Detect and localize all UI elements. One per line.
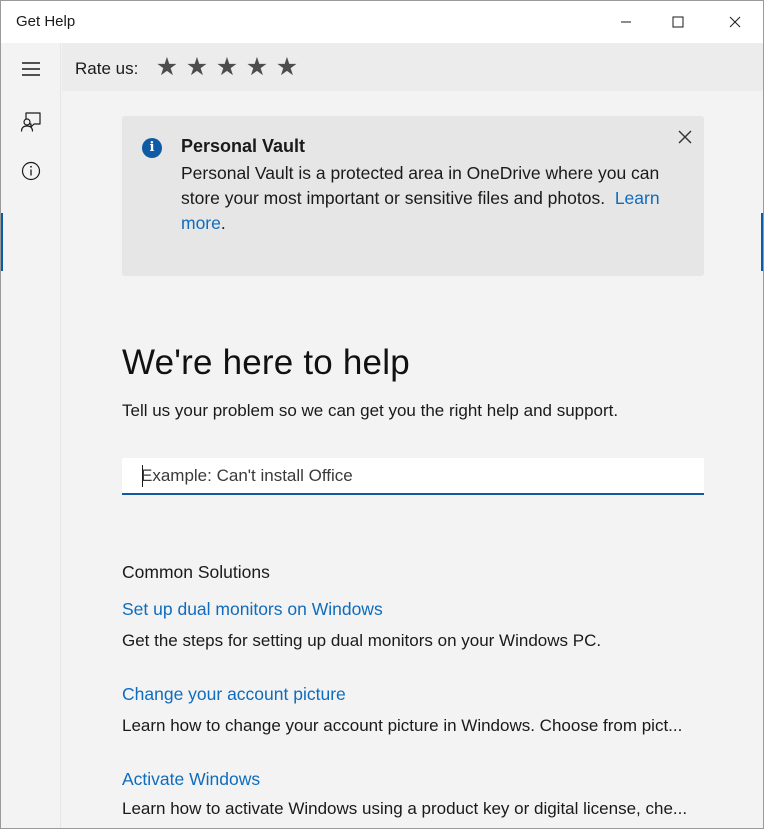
- star-5[interactable]: ★: [272, 53, 302, 81]
- search-input[interactable]: [122, 458, 704, 495]
- about-button[interactable]: [1, 147, 61, 195]
- menu-button[interactable]: [1, 45, 61, 93]
- star-rating[interactable]: ★ ★ ★ ★ ★: [152, 53, 302, 81]
- banner-text: Personal Vault is a protected area in On…: [181, 161, 681, 236]
- solution-description: Learn how to activate Windows using a pr…: [122, 799, 688, 818]
- star-2[interactable]: ★: [182, 53, 212, 81]
- rating-header: Rate us: ★ ★ ★ ★ ★: [62, 43, 763, 91]
- solution-description: Get the steps for setting up dual monito…: [122, 631, 602, 650]
- text-caret: [142, 465, 143, 487]
- title-bar: Get Help: [1, 1, 763, 43]
- rate-us-label: Rate us:: [75, 59, 139, 78]
- page-subtitle: Tell us your problem so we can get you t…: [122, 401, 619, 420]
- minimize-button[interactable]: [597, 1, 655, 43]
- close-icon: [729, 16, 741, 28]
- banner-close-button[interactable]: [675, 127, 695, 147]
- close-icon: [678, 130, 692, 144]
- main-content: i Personal Vault Personal Vault is a pro…: [62, 91, 763, 828]
- contact-support-icon: [20, 112, 41, 132]
- banner-title: Personal Vault: [181, 136, 306, 156]
- nav-rail: [1, 43, 61, 828]
- info-circle-icon: [21, 161, 41, 181]
- solution-description: Learn how to change your account picture…: [122, 716, 683, 735]
- banner-body: Personal Vault is a protected area in On…: [181, 163, 660, 208]
- star-1[interactable]: ★: [152, 53, 182, 81]
- info-icon: i: [142, 138, 162, 158]
- maximize-icon: [672, 16, 684, 28]
- minimize-icon: [621, 21, 631, 23]
- star-4[interactable]: ★: [242, 53, 272, 81]
- solution-link-dual-monitors[interactable]: Set up dual monitors on Windows: [122, 599, 383, 620]
- solution-link-activate-windows[interactable]: Activate Windows: [122, 769, 260, 790]
- left-accent-bar: [1, 213, 3, 271]
- page-title: We're here to help: [122, 343, 410, 382]
- window-close-button[interactable]: [706, 1, 763, 43]
- solution-link-account-picture[interactable]: Change your account picture: [122, 684, 346, 705]
- hamburger-menu-icon: [22, 62, 40, 76]
- star-3[interactable]: ★: [212, 53, 242, 81]
- personal-vault-banner: i Personal Vault Personal Vault is a pro…: [122, 116, 704, 276]
- maximize-button[interactable]: [649, 1, 707, 43]
- get-help-window: Get Help Rate us: ★ ★ ★ ★ ★ i Personal V…: [0, 0, 764, 829]
- banner-trailing: .: [220, 213, 226, 233]
- contact-support-button[interactable]: [1, 98, 61, 146]
- window-title: Get Help: [16, 13, 76, 30]
- common-solutions-heading: Common Solutions: [122, 562, 270, 582]
